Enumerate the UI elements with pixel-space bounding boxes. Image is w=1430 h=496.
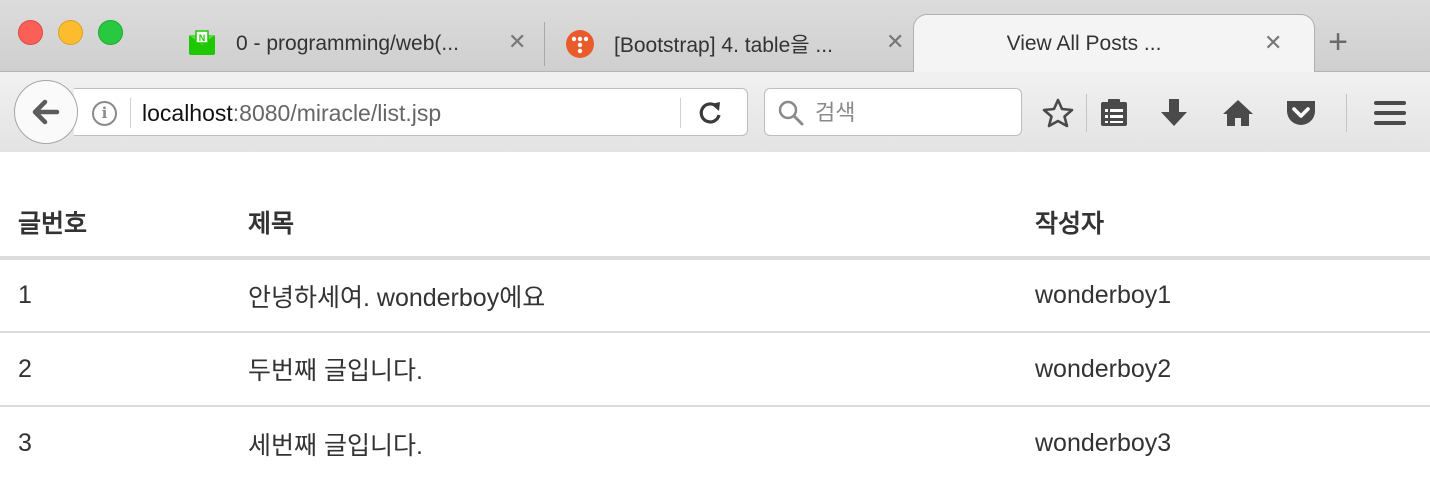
header-title: 제목 [230,187,1017,260]
url-path: :8080/miracle/list.jsp [232,100,442,126]
close-tab-icon[interactable]: ✕ [1264,31,1282,55]
url-host: localhost [142,100,233,126]
tab-title: 0 - programming/web(... [236,32,459,55]
pocket-icon[interactable] [1284,96,1318,130]
search-bar[interactable]: 검색 [764,88,1022,136]
header-post-number: 글번호 [0,187,230,260]
close-tab-icon[interactable]: ✕ [886,30,904,54]
page-content: 글번호 제목 작성자 1 안녕하세여. wonderboy에요 wonderbo… [0,152,1430,496]
cell-post-number: 1 [0,258,230,333]
posts-table: 글번호 제목 작성자 1 안녕하세여. wonderboy에요 wonderbo… [0,187,1430,480]
cell-post-number: 3 [18,429,32,457]
cell-title: 두번째 글입니다. [230,332,1017,407]
naver-mail-icon: N [186,28,218,60]
menu-icon[interactable] [1373,96,1407,130]
tab-view-all-posts[interactable]: View All Posts ... ✕ [913,14,1315,72]
bookmark-star-icon[interactable] [1041,96,1075,130]
header-author: 작성자 [1017,187,1430,260]
navigation-toolbar: i localhost:8080/miracle/list.jsp 검색 [0,72,1430,152]
reading-list-icon[interactable] [1097,96,1131,130]
tab-title: [Bootstrap] 4. table을 ... [614,34,833,57]
cell-author: wonderboy1 [1017,258,1430,333]
table-row: 1 안녕하세여. wonderboy에요 wonderboy1 [0,258,1430,333]
tab-title: View All Posts ... [1006,31,1162,55]
browser-window-chrome: N 0 - programming/web(... ✕ [Bootstrap] … [0,0,1430,152]
url-bar[interactable]: i localhost:8080/miracle/list.jsp [74,88,748,136]
home-icon[interactable] [1221,96,1255,130]
toolbar-separator [1086,94,1087,132]
svg-text:N: N [199,33,206,43]
close-window-button[interactable] [18,20,43,45]
toolbar-separator [1346,94,1347,132]
cell-post-number: 2 [0,332,230,407]
back-arrow-icon [32,99,60,125]
tab-separator [544,22,545,66]
url-text[interactable]: localhost:8080/miracle/list.jsp [142,99,441,127]
back-button[interactable] [14,80,78,144]
tab-strip: N 0 - programming/web(... ✕ [Bootstrap] … [0,0,1430,72]
reload-divider [680,98,681,128]
tistory-icon [564,28,596,60]
new-tab-button[interactable]: + [1322,25,1354,59]
download-icon[interactable] [1157,96,1191,130]
search-icon [778,100,804,126]
table-row: 3 세번째 글입니다. wonderboy3 [0,406,1430,480]
table-row: 2 두번째 글입니다. wonderboy2 [0,332,1430,407]
url-divider [130,98,131,128]
table-header-row: 글번호 제목 작성자 [0,187,1430,260]
reload-icon[interactable] [696,99,724,127]
minimize-window-button[interactable] [58,20,83,45]
site-info-icon[interactable]: i [92,101,117,126]
cell-author: wonderboy2 [1017,332,1430,407]
cell-author: wonderboy3 [1035,429,1172,457]
zoom-window-button[interactable] [98,20,123,45]
tab-naver-mail[interactable]: N 0 - programming/web(... ✕ [186,16,526,72]
tab-tistory-bootstrap[interactable]: [Bootstrap] 4. table을 ... ✕ [564,16,904,72]
search-placeholder: 검색 [815,100,856,125]
cell-title: 안녕하세여. wonderboy에요 [230,258,1017,333]
cell-title: 세번째 글입니다. [248,431,423,460]
close-tab-icon[interactable]: ✕ [508,30,526,54]
